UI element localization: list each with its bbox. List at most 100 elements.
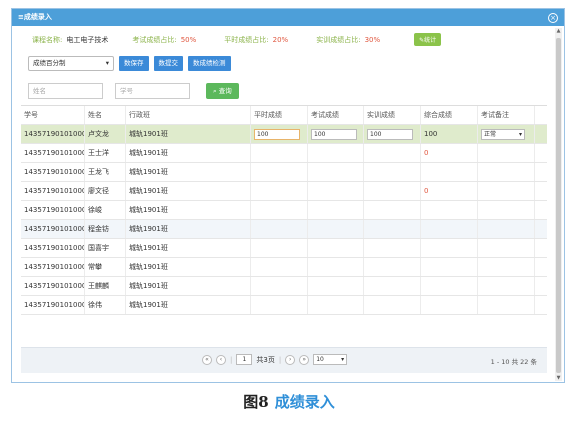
close-icon[interactable]: × xyxy=(548,12,558,23)
table-row[interactable]: 1435719010100004廖文径城轨1901班 0 xyxy=(21,182,547,201)
name-cell: 徐峻 xyxy=(85,201,126,219)
prev-page-button[interactable]: ‹ xyxy=(216,354,226,365)
table-row[interactable]: 1435719010100011徐伟城轨1901班 xyxy=(21,296,547,315)
usual-ratio-label: 平时成绩占比: xyxy=(224,35,269,44)
first-page-button[interactable]: « xyxy=(202,354,212,365)
table-header: 学号 姓名 行政班 平时成绩 考试成绩 实训成绩 综合成绩 考试备注 xyxy=(21,106,547,125)
remark-cell xyxy=(478,258,535,276)
id-cell: 1435719010100002 xyxy=(21,144,85,162)
usual-cell xyxy=(251,144,308,162)
save-button[interactable]: 数保存 xyxy=(119,56,149,71)
exam-cell xyxy=(308,144,364,162)
practice-cell xyxy=(364,201,421,219)
search-icon: ⌕ xyxy=(213,87,217,95)
submit-button[interactable]: 数提交 xyxy=(153,56,183,71)
id-cell: 1435719010100001 xyxy=(21,125,85,143)
remark-cell xyxy=(478,277,535,295)
student-id-input[interactable]: 学号 xyxy=(115,83,190,99)
page-number-input[interactable]: 1 xyxy=(236,354,253,365)
table-row[interactable]: 1435719010100005徐峻城轨1901班 xyxy=(21,201,547,220)
total-cell xyxy=(421,277,478,295)
cls-cell: 城轨1901班 xyxy=(126,182,251,200)
cls-cell: 城轨1901班 xyxy=(126,125,251,143)
table-row[interactable]: 1435719010100006程金钫城轨1901班 xyxy=(21,220,547,239)
column-header: 平时成绩 xyxy=(251,106,308,124)
last-page-button[interactable]: » xyxy=(299,354,310,365)
table-row[interactable]: 1435719010100003王龙飞城轨1901班 xyxy=(21,163,547,182)
remark-cell xyxy=(478,239,535,257)
name-cell: 徐伟 xyxy=(85,296,126,314)
table-row[interactable]: 1435719010100002王士洋城轨1901班 0 xyxy=(21,144,547,163)
scroll-up-icon[interactable]: ▲ xyxy=(555,28,562,34)
page-size-select[interactable]: 10 ▾ xyxy=(313,354,348,365)
query-button[interactable]: ⌕ 查询 xyxy=(206,83,239,99)
practice-cell xyxy=(364,163,421,181)
column-header: 行政班 xyxy=(126,106,251,124)
usual-cell xyxy=(251,258,308,276)
exam-cell xyxy=(308,296,364,314)
filter-bar: 姓名 学号 ⌕ 查询 xyxy=(28,83,239,99)
toolbar: 成绩百分制 ▾ 数保存 数提交 数成绩检测 xyxy=(28,56,231,71)
name-cell: 廖文径 xyxy=(85,182,126,200)
grade-mode-select[interactable]: 成绩百分制 ▾ xyxy=(28,56,114,71)
pager-separator: | xyxy=(278,355,282,364)
total-cell xyxy=(421,201,478,219)
usual-cell xyxy=(251,163,308,181)
total-cell: 0 xyxy=(421,144,478,162)
total-pages: 共3页 xyxy=(256,355,275,364)
usual-score-input[interactable]: 100 xyxy=(254,128,300,140)
usual-score-cell: 100 xyxy=(251,125,308,143)
grade-mode-value: 成绩百分制 xyxy=(33,59,66,67)
course-label: 课程名称: xyxy=(32,35,63,44)
column-header: 综合成绩 xyxy=(421,106,478,124)
exam-cell xyxy=(308,201,364,219)
name-cell: 程金钫 xyxy=(85,220,126,238)
name-cell: 王龙飞 xyxy=(85,163,126,181)
total-cell xyxy=(421,239,478,257)
query-label: 查询 xyxy=(218,87,232,95)
remark-value: 正常 xyxy=(484,130,497,138)
vertical-scrollbar[interactable]: ▲ ▼ xyxy=(555,28,562,381)
dialog-title: ≡成绩录入 xyxy=(18,13,52,21)
page-size-value: 10 xyxy=(316,356,324,363)
exam-score-input[interactable]: 100 xyxy=(311,128,357,140)
chevron-down-icon: ▾ xyxy=(105,59,109,67)
exam-cell xyxy=(308,220,364,238)
cls-cell: 城轨1901班 xyxy=(126,163,251,181)
practice-score-input[interactable]: 100 xyxy=(367,128,413,140)
chevron-down-icon: ▾ xyxy=(518,130,522,138)
scroll-down-icon[interactable]: ▼ xyxy=(555,375,562,381)
remark-cell xyxy=(478,163,535,181)
remark-cell xyxy=(478,220,535,238)
column-header: 考试备注 xyxy=(478,106,535,124)
table-row[interactable]: 1435719010100001卢文龙城轨1901班100100100100正常… xyxy=(21,125,547,144)
cls-cell: 城轨1901班 xyxy=(126,296,251,314)
total-cell: 0 xyxy=(421,182,478,200)
remark-select[interactable]: 正常 ▾ xyxy=(481,128,525,140)
table-row[interactable]: 1435719010100009常攀城轨1901班 xyxy=(21,258,547,277)
name-cell: 卢文龙 xyxy=(85,125,126,143)
practice-cell xyxy=(364,144,421,162)
stats-button[interactable]: ✎统计 xyxy=(414,33,442,46)
exam-cell xyxy=(308,277,364,295)
dialog-titlebar: ≡成绩录入 × xyxy=(12,9,564,26)
column-header: 考试成绩 xyxy=(308,106,364,124)
chevron-down-icon: ▾ xyxy=(341,356,345,363)
next-page-button[interactable]: › xyxy=(285,354,296,365)
course-info-bar: 课程名称: 电工电子技术 考试成绩占比: 50% 平时成绩占比: 20% 实训成… xyxy=(32,33,512,46)
remark-cell xyxy=(478,296,535,314)
id-cell: 1435719010100003 xyxy=(21,163,85,181)
pager-separator: | xyxy=(230,355,233,364)
record-range: 1 - 10 共 22 条 xyxy=(490,358,537,366)
usual-cell xyxy=(251,239,308,257)
table-row[interactable]: 1435719010100010王麒麟城轨1901班 xyxy=(21,277,547,296)
name-input[interactable]: 姓名 xyxy=(28,83,103,99)
table-row[interactable]: 1435719010100008国喜宇城轨1901班 xyxy=(21,239,547,258)
scrollbar-thumb[interactable] xyxy=(556,38,561,373)
check-button[interactable]: 数成绩检测 xyxy=(188,56,231,71)
usual-cell xyxy=(251,220,308,238)
id-cell: 1435719010100008 xyxy=(21,239,85,257)
grade-table: 学号 姓名 行政班 平时成绩 考试成绩 实训成绩 综合成绩 考试备注 143571901010… xyxy=(21,105,547,315)
usual-cell xyxy=(251,182,308,200)
column-header: 姓名 xyxy=(85,106,126,124)
